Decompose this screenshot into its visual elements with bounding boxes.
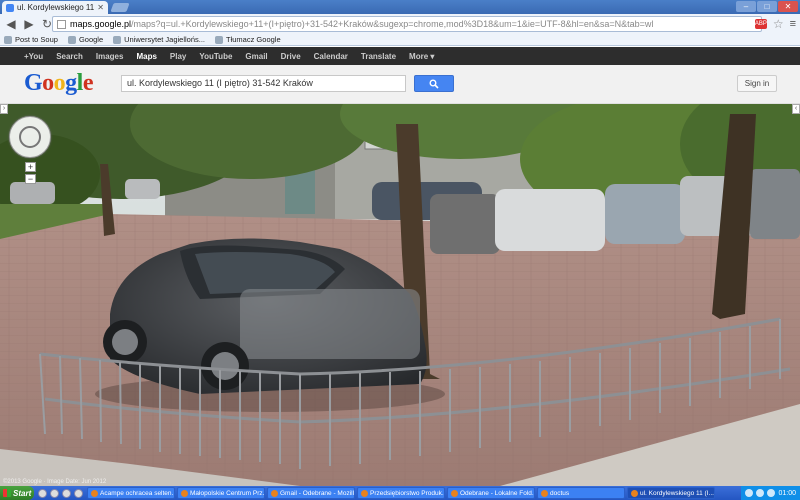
navigation-compass[interactable] bbox=[9, 116, 51, 158]
bookmarks-bar: Post to Soup Google Uniwersytet Jagiellońs… bbox=[0, 34, 800, 46]
quicklaunch-explorer-icon[interactable] bbox=[50, 488, 59, 498]
task-app-icon bbox=[181, 489, 188, 497]
start-label: Start bbox=[13, 488, 32, 498]
taskbar-task[interactable]: Acampe ochracea selten... bbox=[87, 487, 175, 499]
start-button[interactable]: Start bbox=[0, 486, 34, 500]
bookmark-item[interactable]: Uniwersytet Jagiellońs... bbox=[113, 35, 205, 44]
compass-ring-icon bbox=[19, 126, 41, 148]
gbar-link[interactable]: Search bbox=[56, 52, 83, 61]
taskbar-task[interactable]: Gmail - Odebrane - Mozill... bbox=[267, 487, 355, 499]
quick-launch bbox=[34, 488, 87, 498]
window-controls: – □ ✕ bbox=[736, 1, 798, 12]
windows-flag-icon bbox=[3, 489, 11, 497]
task-app-icon bbox=[271, 489, 278, 497]
zoom-in-button[interactable]: + bbox=[25, 162, 36, 172]
task-label: Odebrane - Lokalne Fold... bbox=[460, 489, 535, 497]
bookmark-icon bbox=[113, 35, 122, 44]
task-label: ul. Kordylewskiego 11 (I... bbox=[640, 489, 714, 497]
system-tray: 01:00 bbox=[741, 486, 800, 500]
task-label: Przedsiębiorstwo Produk... bbox=[370, 489, 445, 497]
copyright-text: ©2013 Google · Image Date: Jun 2012 bbox=[3, 479, 107, 485]
tab-close-icon[interactable]: ✕ bbox=[97, 3, 104, 12]
task-app-icon bbox=[361, 489, 368, 497]
gbar-link[interactable]: Drive bbox=[281, 52, 301, 61]
browser-tab[interactable]: ul. Kordylewskiego 11 (I pię ✕ bbox=[2, 1, 108, 14]
bookmark-icon bbox=[67, 35, 76, 44]
tray-antivirus-icon[interactable] bbox=[767, 489, 776, 497]
search-button[interactable] bbox=[414, 75, 454, 92]
page-icon bbox=[57, 19, 66, 29]
taskbar-task[interactable]: Odebrane - Lokalne Fold... bbox=[447, 487, 535, 499]
maximize-button[interactable]: □ bbox=[757, 1, 777, 12]
taskbar-task[interactable]: ul. Kordylewskiego 11 (I... bbox=[627, 487, 715, 499]
task-app-icon bbox=[451, 489, 458, 497]
gbar-link[interactable]: Maps bbox=[136, 52, 156, 61]
bookmark-icon bbox=[215, 35, 224, 44]
search-icon bbox=[429, 79, 439, 89]
zoom-out-button[interactable]: − bbox=[25, 174, 36, 184]
maps-favicon-icon bbox=[6, 3, 14, 12]
expand-left-arrow-icon[interactable]: › bbox=[0, 104, 8, 114]
extension-icon[interactable]: ABP bbox=[754, 19, 767, 29]
gbar-link[interactable]: More ▾ bbox=[409, 52, 434, 61]
gbar-link[interactable]: YouTube bbox=[199, 52, 232, 61]
browser-toolbar: ◀ ▶ ↻ maps.google.pl /maps?q=ul.+Kordyle… bbox=[0, 14, 800, 34]
task-label: Małopolskie Centrum Prz... bbox=[190, 489, 265, 497]
sign-in-button[interactable]: Sign in bbox=[737, 75, 777, 92]
url-host: maps.google.pl bbox=[70, 19, 132, 29]
screen: ul. Kordylewskiego 11 (I pię ✕ – □ ✕ ◀ ▶… bbox=[0, 0, 800, 500]
tray-network-icon[interactable] bbox=[745, 489, 754, 497]
taskbar-task[interactable]: Przedsiębiorstwo Produk... bbox=[357, 487, 445, 499]
bookmark-item[interactable]: Google bbox=[67, 35, 104, 44]
quicklaunch-chrome-icon[interactable] bbox=[74, 488, 83, 498]
task-label: doctus bbox=[550, 489, 570, 497]
minimize-button[interactable]: – bbox=[736, 1, 756, 12]
task-label: Gmail - Odebrane - Mozill... bbox=[280, 489, 355, 497]
street-view-image bbox=[0, 104, 800, 486]
quicklaunch-ie-icon[interactable] bbox=[38, 488, 47, 498]
task-label: Acampe ochracea selten... bbox=[100, 489, 175, 497]
bookmark-label: Google bbox=[78, 35, 104, 44]
clock: 01:00 bbox=[778, 489, 796, 497]
tab-title: ul. Kordylewskiego 11 (I pię bbox=[17, 3, 95, 12]
bookmark-item[interactable]: Tłumacz Google bbox=[215, 35, 281, 44]
gbar-link[interactable]: Gmail bbox=[245, 52, 267, 61]
task-app-icon bbox=[541, 489, 548, 497]
gbar-link[interactable]: +You bbox=[24, 52, 43, 61]
quicklaunch-firefox-icon[interactable] bbox=[62, 488, 71, 498]
street-view-panorama[interactable]: + − › ‹ ©2013 Google · Image Date: Jun 2… bbox=[0, 104, 800, 486]
task-app-icon bbox=[631, 489, 638, 497]
browser-tabstrip: ul. Kordylewskiego 11 (I pię ✕ – □ ✕ bbox=[0, 0, 800, 14]
bookmark-label: Tłumacz Google bbox=[226, 35, 281, 44]
google-logo[interactable]: Google bbox=[24, 70, 94, 97]
gbar-link[interactable]: Calendar bbox=[314, 52, 348, 61]
bookmark-star-icon[interactable]: ☆ bbox=[773, 17, 784, 31]
windows-taskbar: Start Acampe ochracea selten... Małopolsk… bbox=[0, 486, 800, 500]
wrench-menu-icon[interactable]: ≡ bbox=[790, 18, 796, 30]
google-header: Google ul. Kordylewskiego 11 (I piętro) … bbox=[0, 65, 800, 104]
bookmark-label: Post to Soup bbox=[15, 35, 58, 44]
address-bar[interactable]: maps.google.pl /maps?q=ul.+Kordylewskieg… bbox=[52, 16, 762, 32]
zoom-control: + − bbox=[25, 162, 36, 186]
search-input[interactable]: ul. Kordylewskiego 11 (I piętro) 31-542 … bbox=[121, 75, 406, 92]
bookmark-item[interactable]: Post to Soup bbox=[4, 35, 58, 44]
new-tab-button[interactable] bbox=[110, 3, 130, 12]
tray-volume-icon[interactable] bbox=[756, 489, 765, 497]
taskbar-task[interactable]: Małopolskie Centrum Prz... bbox=[177, 487, 265, 499]
taskbar-tasks: Acampe ochracea selten... Małopolskie Cen… bbox=[87, 487, 717, 499]
task-app-icon bbox=[91, 489, 98, 497]
bookmark-icon bbox=[4, 35, 12, 44]
forward-button[interactable]: ▶ bbox=[22, 17, 36, 31]
bookmark-label: Uniwersytet Jagiellońs... bbox=[124, 35, 206, 44]
taskbar-task[interactable]: doctus bbox=[537, 487, 625, 499]
expand-right-arrow-icon[interactable]: ‹ bbox=[792, 104, 800, 114]
gbar-link[interactable]: Play bbox=[170, 52, 186, 61]
back-button[interactable]: ◀ bbox=[4, 17, 18, 31]
gbar-link[interactable]: Images bbox=[96, 52, 124, 61]
gbar-link[interactable]: Translate bbox=[361, 52, 396, 61]
url-path: /maps?q=ul.+Kordylewskiego+11+(I+piętro)… bbox=[131, 19, 654, 29]
google-nav-bar: +You Search Images Maps Play YouTube Gmail Driv… bbox=[0, 47, 800, 65]
close-window-button[interactable]: ✕ bbox=[778, 1, 798, 12]
toolbar-right: ABP ☆ ≡ bbox=[754, 17, 796, 31]
